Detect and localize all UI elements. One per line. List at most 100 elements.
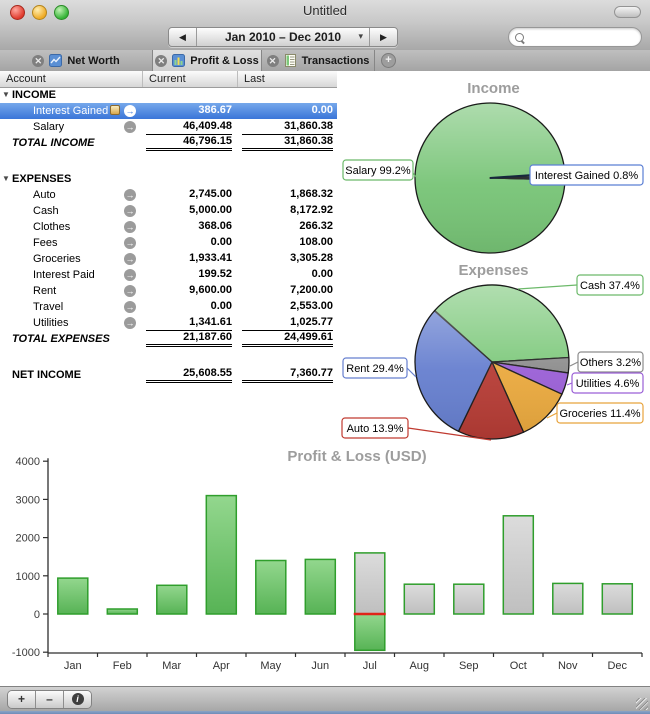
last-value: 266.32 — [242, 219, 333, 235]
line-chart-icon — [49, 54, 62, 67]
row-auto[interactable]: Auto→2,745.001,868.32 — [0, 187, 337, 203]
row-detail-arrow-button[interactable]: → — [124, 317, 136, 329]
y-tick-label: 3000 — [16, 494, 40, 506]
x-tick-label: Apr — [213, 660, 230, 672]
row-detail-arrow-button[interactable]: → — [124, 221, 136, 233]
remove-account-button[interactable]: – — [36, 691, 64, 708]
last-value: 24,499.61 — [242, 331, 333, 347]
account-label: Travel — [33, 299, 63, 315]
tab-label: Net Worth — [67, 55, 119, 67]
window-title: Untitled — [90, 0, 560, 22]
add-tab-button[interactable]: + — [381, 53, 396, 68]
account-label: Interest Paid — [33, 267, 95, 283]
info-button[interactable]: i — [64, 691, 91, 708]
row-detail-arrow-button[interactable]: → — [124, 189, 136, 201]
search-input[interactable] — [528, 29, 637, 46]
current-value: 25,608.55 — [146, 367, 232, 383]
table-header: Account Current Last — [0, 71, 337, 88]
close-tab-icon[interactable]: ✕ — [32, 55, 44, 67]
row-detail-arrow-button[interactable]: → — [124, 301, 136, 313]
current-value: 0.00 — [146, 299, 232, 315]
toolbar-toggle-pill-button[interactable] — [614, 6, 641, 18]
bar-nov — [553, 583, 583, 614]
close-tab-icon[interactable]: ✕ — [155, 55, 167, 67]
tab-net-worth[interactable]: ✕ Net Worth — [0, 50, 153, 71]
current-value: 46,796.15 — [146, 135, 232, 151]
row-detail-arrow-button[interactable]: → — [124, 105, 136, 117]
chevron-down-icon: ▾ — [358, 31, 363, 42]
last-value: 0.00 — [242, 267, 333, 283]
current-value: 1,933.41 — [146, 251, 232, 267]
x-tick-label: Jun — [311, 660, 329, 672]
bar-aug — [404, 584, 434, 614]
row-rent[interactable]: Rent→9,600.007,200.00 — [0, 283, 337, 299]
row-clothes[interactable]: Clothes→368.06266.32 — [0, 219, 337, 235]
last-value: 31,860.38 — [242, 135, 333, 151]
row-fees[interactable]: Fees→0.00108.00 — [0, 235, 337, 251]
row-utilities[interactable]: Utilities→1,341.611,025.77 — [0, 315, 337, 331]
y-tick-label: 2000 — [16, 533, 40, 545]
row-expenses[interactable]: ▼EXPENSES — [0, 171, 337, 187]
ledger-icon — [284, 54, 297, 67]
last-value: 1,025.77 — [242, 315, 333, 331]
column-header-current[interactable]: Current — [143, 71, 238, 87]
current-value: 1,341.61 — [146, 315, 232, 331]
row-detail-arrow-button[interactable]: → — [124, 253, 136, 265]
row-detail-arrow-button[interactable]: → — [124, 121, 136, 133]
row-salary[interactable]: Salary→46,409.4831,860.38 — [0, 119, 337, 135]
current-value: 5,000.00 — [146, 203, 232, 219]
income-pie-chart: Salary 99.2%Interest Gained 0.8% — [337, 79, 650, 261]
account-label: Salary — [33, 119, 64, 135]
row-interest-paid[interactable]: Interest Paid→199.520.00 — [0, 267, 337, 283]
date-range-menu[interactable]: Jan 2010 – Dec 2010 ▾ — [196, 28, 370, 46]
row-detail-arrow-button[interactable]: → — [124, 269, 136, 281]
add-account-button[interactable]: + — [8, 691, 36, 708]
bar-jul — [355, 553, 385, 614]
search-field[interactable] — [508, 27, 642, 47]
x-tick-label: Jul — [363, 660, 377, 672]
close-window-button[interactable] — [10, 5, 25, 20]
bar-chart-icon — [172, 54, 185, 67]
pie-label-leader-line — [518, 285, 577, 289]
x-tick-label: Aug — [409, 660, 429, 672]
row-groceries[interactable]: Groceries→1,933.413,305.28 — [0, 251, 337, 267]
column-header-account[interactable]: Account — [0, 71, 143, 87]
tab-profit-and-loss[interactable]: ✕ Profit & Loss — [153, 50, 262, 71]
disclosure-triangle-icon[interactable]: ▼ — [2, 171, 10, 187]
pie-label: Groceries 11.4% — [559, 408, 640, 420]
row-detail-arrow-button[interactable]: → — [124, 285, 136, 297]
row-interest-gained[interactable]: Interest Gained→386.670.00 — [0, 103, 337, 119]
title-bar: Untitled ◀ Jan 2010 – Dec 2010 ▾ ▶ — [0, 0, 650, 51]
close-tab-icon[interactable]: ✕ — [267, 55, 279, 67]
account-label: Groceries — [33, 251, 81, 267]
disclosure-triangle-icon[interactable]: ▼ — [2, 87, 10, 103]
app-window: Untitled ◀ Jan 2010 – Dec 2010 ▾ ▶ ✕ Net… — [0, 0, 650, 714]
row-cash[interactable]: Cash→5,000.008,172.92 — [0, 203, 337, 219]
y-tick-label: -1000 — [12, 647, 40, 659]
current-value: 386.67 — [146, 103, 232, 119]
row-detail-arrow-button[interactable]: → — [124, 205, 136, 217]
account-label: TOTAL INCOME — [12, 135, 95, 151]
column-header-last[interactable]: Last — [238, 71, 337, 87]
minimize-window-button[interactable] — [32, 5, 47, 20]
next-period-button[interactable]: ▶ — [370, 28, 397, 46]
row-net-income: NET INCOME25,608.557,360.77 — [0, 367, 337, 383]
account-label: INCOME — [12, 87, 56, 103]
current-value: 46,409.48 — [146, 119, 232, 135]
x-tick-label: May — [260, 660, 281, 672]
y-tick-label: 0 — [34, 609, 40, 621]
account-label: Interest Gained — [33, 103, 120, 119]
row-travel[interactable]: Travel→0.002,553.00 — [0, 299, 337, 315]
account-label: Rent — [33, 283, 56, 299]
zoom-window-button[interactable] — [54, 5, 69, 20]
row-income[interactable]: ▼INCOME — [0, 87, 337, 103]
y-tick-label: 1000 — [16, 571, 40, 583]
bar-feb — [107, 609, 137, 614]
bar-sep — [454, 584, 484, 614]
current-value: 2,745.00 — [146, 187, 232, 203]
row-detail-arrow-button[interactable]: → — [124, 237, 136, 249]
account-label: Fees — [33, 235, 57, 251]
tab-transactions[interactable]: ✕ Transactions — [262, 50, 375, 71]
previous-period-button[interactable]: ◀ — [169, 28, 196, 46]
resize-grip[interactable] — [636, 698, 648, 710]
